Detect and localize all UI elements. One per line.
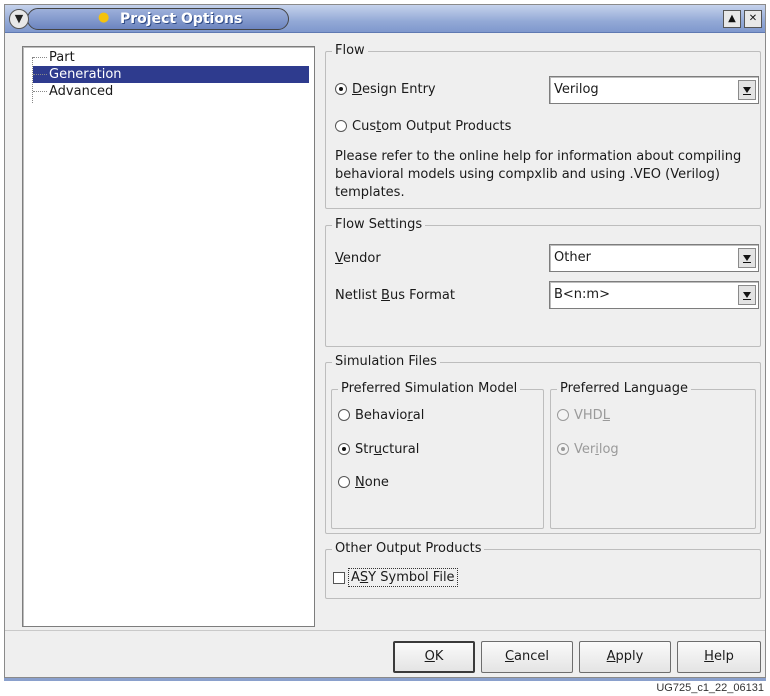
chevron-down-icon: ▼ xyxy=(14,12,24,25)
vhdl-radio[interactable] xyxy=(557,409,569,421)
lightbulb-icon: ● xyxy=(98,10,110,25)
structural-radio[interactable] xyxy=(338,443,350,455)
dropdown-arrow-icon[interactable] xyxy=(738,80,756,100)
title-bar[interactable]: ● Project Options ▼ ▲ ✕ xyxy=(5,5,765,33)
vendor-select[interactable]: Other xyxy=(549,244,759,272)
design-entry-label[interactable]: Design Entry xyxy=(352,82,436,98)
project-options-window: ● Project Options ▼ ▲ ✕ Part Generation … xyxy=(4,4,766,678)
eject-icon: ▲ xyxy=(728,13,736,24)
netlist-bus-format-label: Netlist Bus Format xyxy=(335,288,455,303)
none-label[interactable]: None xyxy=(355,475,389,491)
preferred-simulation-model-legend: Preferred Simulation Model xyxy=(338,381,521,397)
flow-info-text: Please refer to the online help for info… xyxy=(335,149,742,200)
custom-output-radio[interactable] xyxy=(335,120,347,132)
verilog-radio[interactable] xyxy=(557,443,569,455)
design-entry-select[interactable]: Verilog xyxy=(549,76,759,104)
design-entry-radio[interactable] xyxy=(335,83,347,95)
dropdown-arrow-icon[interactable] xyxy=(738,248,756,268)
vendor-value: Other xyxy=(554,250,591,265)
apply-button[interactable]: Apply xyxy=(579,641,671,673)
simulation-files-legend: Simulation Files xyxy=(332,354,440,370)
none-radio[interactable] xyxy=(338,476,350,488)
tree-item-label: Generation xyxy=(49,67,122,82)
category-tree[interactable]: Part Generation Advanced xyxy=(22,46,315,627)
cancel-button[interactable]: Cancel xyxy=(481,641,573,673)
other-output-products-legend: Other Output Products xyxy=(332,541,485,557)
netlist-bus-format-value: B<n:m> xyxy=(554,287,610,302)
design-entry-value: Verilog xyxy=(554,82,599,97)
tree-item-advanced[interactable]: Advanced xyxy=(33,83,309,100)
close-button[interactable]: ✕ xyxy=(744,10,762,28)
window-title: Project Options xyxy=(120,11,243,27)
tree-item-label: Part xyxy=(49,50,75,65)
custom-output-label[interactable]: Custom Output Products xyxy=(352,119,511,135)
vhdl-label[interactable]: VHDL xyxy=(574,408,610,424)
netlist-bus-format-select[interactable]: B<n:m> xyxy=(549,281,759,309)
tree-item-label: Advanced xyxy=(49,84,114,99)
flow-settings-legend: Flow Settings xyxy=(332,217,426,233)
help-button[interactable]: Help xyxy=(677,641,761,673)
ok-button[interactable]: OK xyxy=(393,641,475,673)
tree-item-generation[interactable]: Generation xyxy=(33,66,309,83)
shade-button[interactable]: ▲ xyxy=(723,10,741,28)
verilog-label[interactable]: Verilog xyxy=(574,442,619,458)
flow-legend: Flow xyxy=(332,43,368,59)
vendor-label: Vendor xyxy=(335,251,381,266)
title-pill[interactable]: ● Project Options xyxy=(27,8,289,30)
button-bar-divider xyxy=(5,630,765,631)
behavioral-label[interactable]: Behavioral xyxy=(355,408,424,424)
window-bottom-edge xyxy=(4,678,766,681)
asy-symbol-file-label[interactable]: ASY Symbol File xyxy=(348,568,458,587)
structural-label[interactable]: Structural xyxy=(355,442,419,458)
window-menu-button[interactable]: ▼ xyxy=(9,9,29,29)
tree-item-part[interactable]: Part xyxy=(33,49,309,66)
preferred-language-legend: Preferred Language xyxy=(557,381,691,397)
dropdown-arrow-icon[interactable] xyxy=(738,285,756,305)
behavioral-radio[interactable] xyxy=(338,409,350,421)
close-icon: ✕ xyxy=(748,13,758,24)
figure-id: UG725_c1_22_06131 xyxy=(656,682,764,694)
asy-symbol-file-checkbox[interactable] xyxy=(333,572,345,584)
